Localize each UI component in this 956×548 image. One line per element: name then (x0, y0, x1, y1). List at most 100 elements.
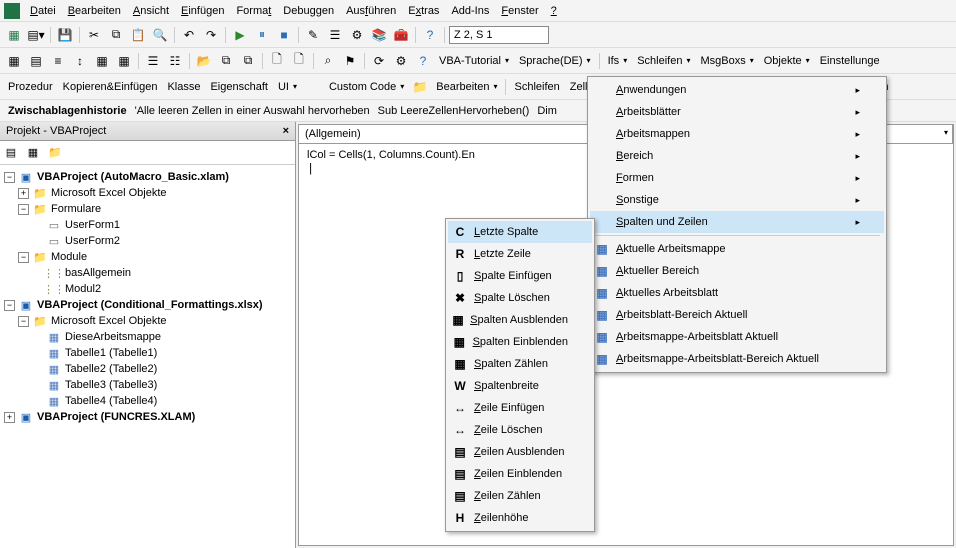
klasse-btn[interactable]: Klasse (163, 79, 204, 95)
excel-icon[interactable]: ▦ (4, 25, 24, 45)
menu-fenster[interactable]: Fenster (495, 3, 544, 19)
tree-toggle[interactable]: − (18, 252, 29, 263)
icon[interactable]: ⌕ (318, 51, 338, 71)
tree-node[interactable]: ▦Tabelle4 (Tabelle4) (4, 393, 291, 409)
menu-item[interactable]: Arbeitsblätter▸ (590, 101, 884, 123)
object-combo[interactable]: (Allgemein) (299, 125, 626, 143)
icon[interactable]: 🗋 (289, 51, 309, 71)
project-tree[interactable]: −▣VBAProject (AutoMacro_Basic.xlam)+📁Mic… (0, 165, 295, 429)
view-code-icon[interactable]: ▤ (2, 144, 20, 162)
submenu-item[interactable]: ▯Spalte Einfügen (448, 265, 592, 287)
save-icon[interactable]: 💾 (55, 25, 75, 45)
menu-einfuegen[interactable]: Einfügen (175, 3, 230, 19)
tree-node[interactable]: +▣VBAProject (FUNCRES.XLAM) (4, 409, 291, 425)
folder-open-icon[interactable]: 📂 (194, 51, 214, 71)
tree-node[interactable]: ⋮⋮Modul2 (4, 281, 291, 297)
tree-node[interactable]: −▣VBAProject (AutoMacro_Basic.xlam) (4, 169, 291, 185)
menu-item[interactable]: Sonstige▸ (590, 189, 884, 211)
tree-node[interactable]: +📁Microsoft Excel Objekte (4, 185, 291, 201)
tree-toggle[interactable]: − (18, 204, 29, 215)
menu-ansicht[interactable]: Ansicht (127, 3, 175, 19)
undo-icon[interactable]: ↶ (179, 25, 199, 45)
submenu-item[interactable]: ▦Spalten Zählen (448, 353, 592, 375)
tree-node[interactable]: −📁Module (4, 249, 291, 265)
menu-format[interactable]: Format (230, 3, 277, 19)
tree-toggle[interactable]: − (4, 300, 15, 311)
menu-help[interactable]: ? (545, 3, 563, 19)
kopieren-btn[interactable]: Kopieren&Einfügen (59, 79, 162, 95)
schleifen2-btn[interactable]: Schleifen (510, 79, 563, 95)
icon[interactable]: ⚑ (340, 51, 360, 71)
icon[interactable]: ☷ (165, 51, 185, 71)
ui-dd[interactable]: UI (274, 79, 301, 95)
tree-node[interactable]: −📁Formulare (4, 201, 291, 217)
menu-item[interactable]: Spalten und Zeilen▸ (590, 211, 884, 233)
menu-item[interactable]: ▦Arbeitsmappe-Arbeitsblatt Aktuell (590, 326, 884, 348)
close-icon[interactable]: × (283, 125, 289, 137)
menu-item[interactable]: ▦Aktueller Bereich (590, 260, 884, 282)
tree-toggle[interactable]: − (18, 316, 29, 327)
icon[interactable]: ▦ (4, 51, 24, 71)
icon[interactable]: ≡ (48, 51, 68, 71)
menu-extras[interactable]: Extras (402, 3, 445, 19)
clipboard-history[interactable]: Zwischablagenhistorie (8, 105, 127, 117)
tree-node[interactable]: ▦Tabelle3 (Tabelle3) (4, 377, 291, 393)
object-browser-icon[interactable]: 📚 (369, 25, 389, 45)
language-dd[interactable]: Sprache(DE) (515, 53, 595, 69)
vba-tutorial-dd[interactable]: VBA-Tutorial (435, 53, 513, 69)
submenu-item[interactable]: ↔Zeile Einfügen (448, 397, 592, 419)
icon[interactable]: ▤ (26, 51, 46, 71)
menu-item[interactable]: ▦Arbeitsblatt-Bereich Aktuell (590, 304, 884, 326)
submenu-item[interactable]: WSpaltenbreite (448, 375, 592, 397)
menu-debuggen[interactable]: Debuggen (277, 3, 340, 19)
submenu-item[interactable]: ▤Zeilen Zählen (448, 485, 592, 507)
schleifen-dd[interactable]: Schleifen (633, 53, 694, 69)
tree-node[interactable]: −📁Microsoft Excel Objekte (4, 313, 291, 329)
menu-item[interactable]: ▦Aktuelle Arbeitsmappe (590, 238, 884, 260)
submenu-item[interactable]: ✖Spalte Löschen (448, 287, 592, 309)
custom-code-dd[interactable]: Custom Code (325, 79, 408, 95)
submenu-item[interactable]: ▤Zeilen Ausblenden (448, 441, 592, 463)
stop-icon[interactable]: ■ (274, 25, 294, 45)
menu-item[interactable]: Anwendungen▸ (590, 79, 884, 101)
icon[interactable]: ▦ (114, 51, 134, 71)
cut-icon[interactable]: ✂ (84, 25, 104, 45)
tree-toggle[interactable]: + (18, 188, 29, 199)
proj-explorer-icon[interactable]: ☰ (325, 25, 345, 45)
properties-icon[interactable]: ⚙ (347, 25, 367, 45)
ifs-dd[interactable]: Ifs (604, 53, 632, 69)
copy-icon[interactable]: ⧉ (106, 25, 126, 45)
help-icon[interactable]: ? (420, 25, 440, 45)
tree-toggle[interactable]: − (4, 172, 15, 183)
icon[interactable]: ⧉ (216, 51, 236, 71)
tree-node[interactable]: ⋮⋮basAllgemein (4, 265, 291, 281)
folder-toggle-icon[interactable]: 📁 (46, 144, 64, 162)
folder-icon[interactable]: 📁 (410, 77, 430, 97)
menu-bearbeiten[interactable]: Bearbeiten (62, 3, 127, 19)
icon[interactable]: 🗋 (267, 51, 287, 71)
menu-item[interactable]: Formen▸ (590, 167, 884, 189)
run-icon[interactable]: ▶ (230, 25, 250, 45)
menu-addins[interactable]: Add-Ins (445, 3, 495, 19)
submenu-item[interactable]: ▤Zeilen Einblenden (448, 463, 592, 485)
submenu-item[interactable]: ↔Zeile Löschen (448, 419, 592, 441)
submenu-item[interactable]: ▦Spalten Ausblenden (448, 309, 592, 331)
tree-node[interactable]: −▣VBAProject (Conditional_Formattings.xl… (4, 297, 291, 313)
pause-icon[interactable]: ⏸ (252, 25, 272, 45)
icon[interactable]: ⧉ (238, 51, 258, 71)
tree-toggle[interactable]: + (4, 412, 15, 423)
tree-node[interactable]: ▭UserForm2 (4, 233, 291, 249)
eigenschaft-btn[interactable]: Eigenschaft (206, 79, 271, 95)
menu-item[interactable]: Arbeitsmappen▸ (590, 123, 884, 145)
view-obj-icon[interactable]: ▦ (24, 144, 42, 162)
bearbeiten-dd[interactable]: Bearbeiten (432, 79, 501, 95)
msgboxs-dd[interactable]: MsgBoxs (696, 53, 757, 69)
design-icon[interactable]: ✎ (303, 25, 323, 45)
objekte-dd[interactable]: Objekte (760, 53, 814, 69)
submenu-item[interactable]: ▦Spalten Einblenden (448, 331, 592, 353)
menu-datei[interactable]: Datei (24, 3, 62, 19)
cell-ref-input[interactable] (449, 26, 549, 44)
view-dd-icon[interactable]: ▤▾ (26, 25, 46, 45)
icon[interactable]: ↕ (70, 51, 90, 71)
tree-node[interactable]: ▭UserForm1 (4, 217, 291, 233)
